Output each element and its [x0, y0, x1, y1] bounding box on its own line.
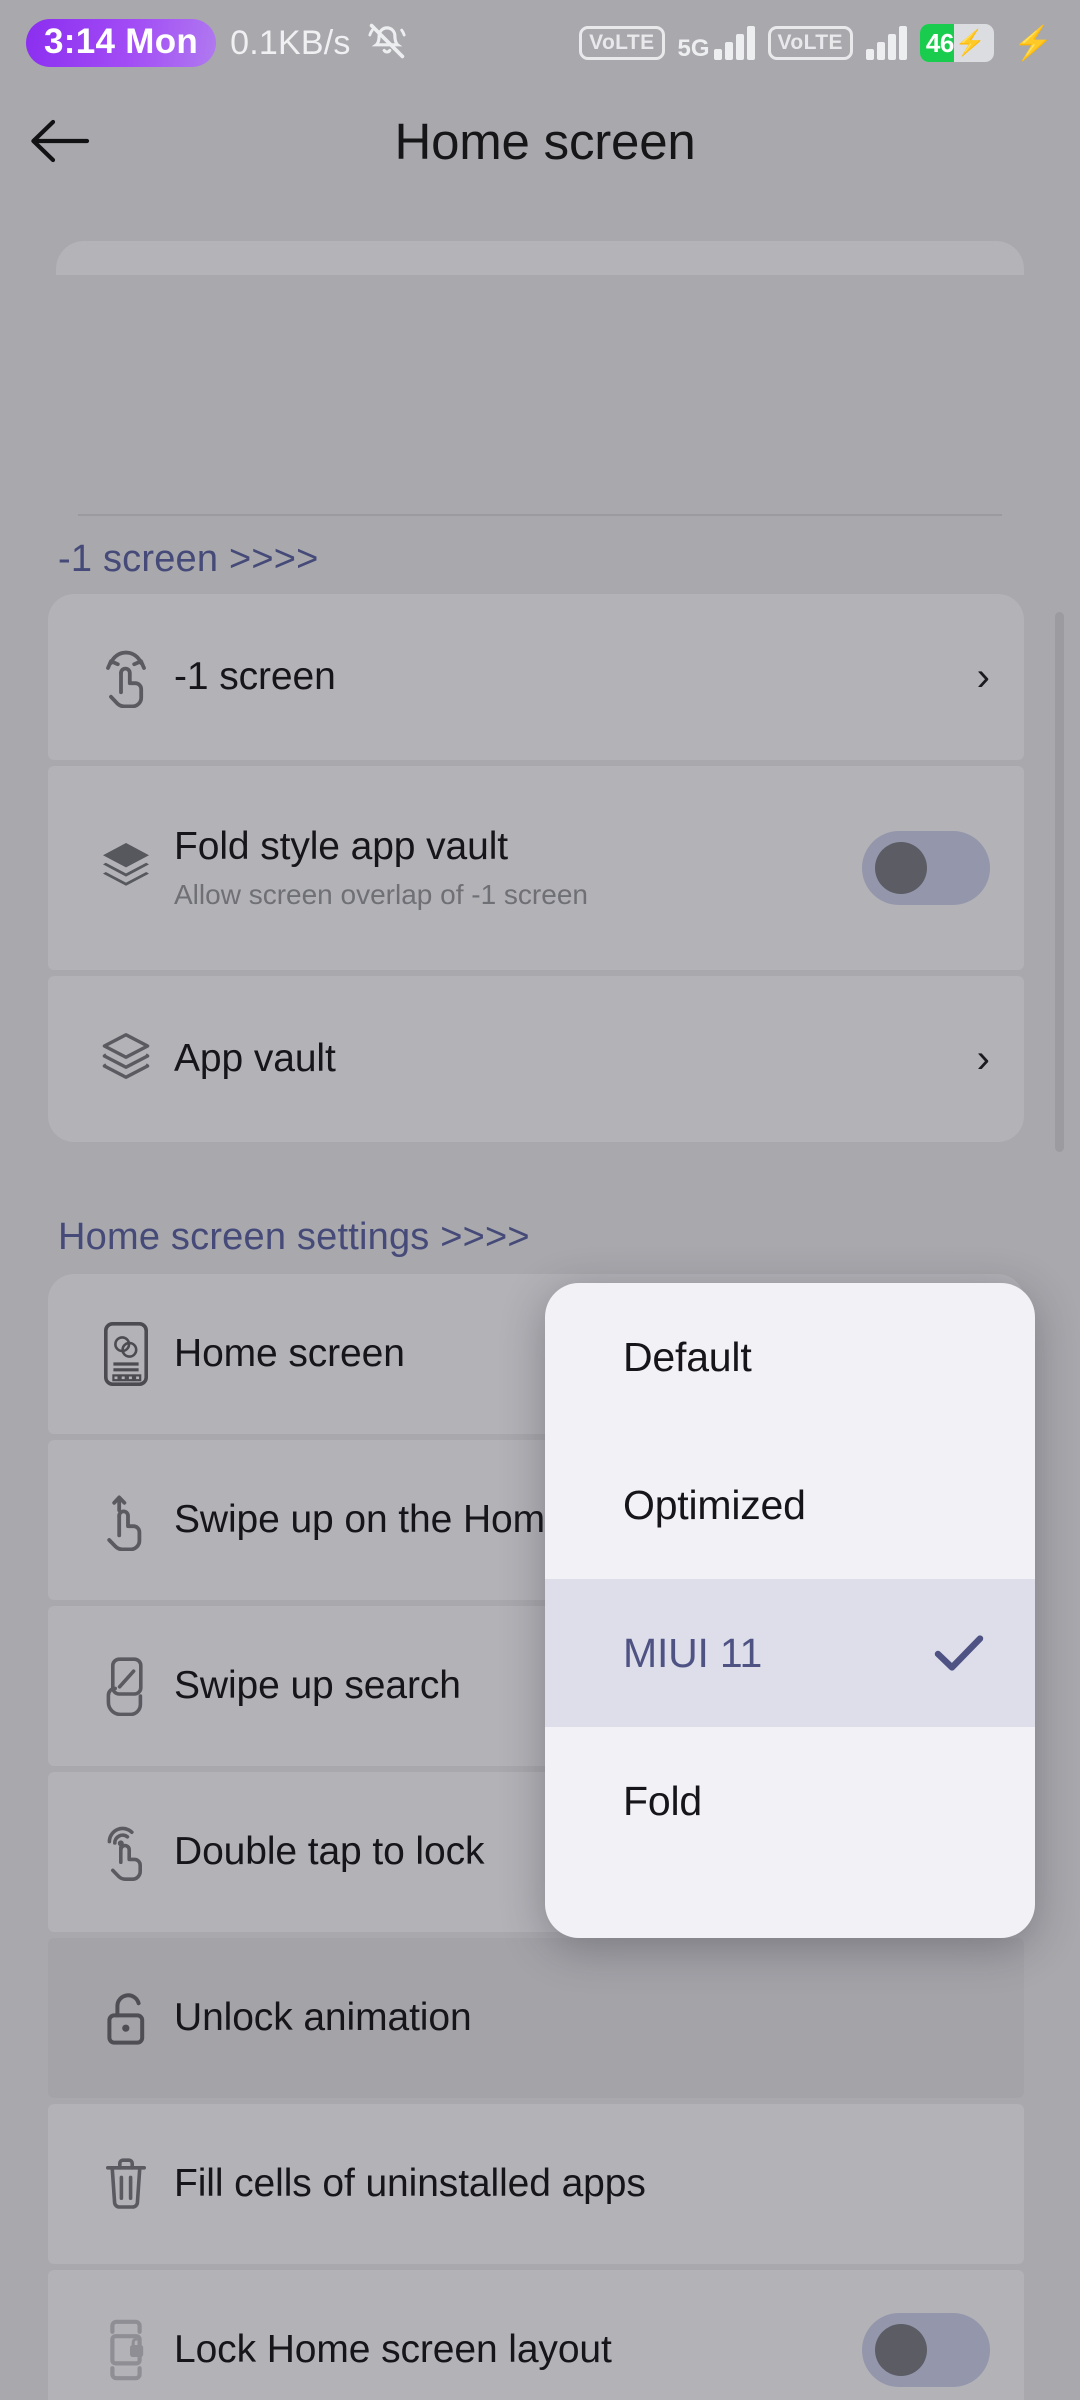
- status-bar: 3:14 Mon 0.1KB/s VoLTE 5G VoLTE 46 ⚡ ⚡: [0, 0, 1080, 86]
- section-header-minus-one-screen: -1 screen >>>>: [58, 538, 319, 580]
- chevron-right-icon: ›: [976, 1037, 990, 1081]
- row-text: Fill cells of uninstalled apps: [174, 2162, 990, 2206]
- row-title: Fill cells of uninstalled apps: [174, 2162, 646, 2205]
- dialog-option-fold[interactable]: Fold: [545, 1727, 1035, 1875]
- network-type-label: 5G: [677, 34, 710, 62]
- section-divider: [78, 514, 1002, 516]
- toggle-lock-home-screen-layout[interactable]: [862, 2313, 990, 2387]
- signal-bars-sim2: [865, 26, 907, 60]
- chevron-right-icon: ›: [976, 655, 990, 699]
- status-bar-right: VoLTE 5G VoLTE 46 ⚡ ⚡: [579, 24, 1054, 63]
- row-fill-cells-of-uninstalled-apps[interactable]: Fill cells of uninstalled apps: [48, 2104, 1024, 2264]
- row-lock-home-screen-layout[interactable]: Lock Home screen layout: [48, 2270, 1024, 2400]
- status-bar-left: 3:14 Mon 0.1KB/s: [26, 18, 409, 68]
- row--1-screen[interactable]: -1 screen ›: [48, 594, 1024, 760]
- dialog-option-label: Optimized: [623, 1481, 806, 1528]
- swipe-up-finger-icon: [78, 1489, 174, 1551]
- phone-home-icon: [78, 1321, 174, 1387]
- row-text: -1 screen: [174, 655, 963, 699]
- signal-bars-sim1: [713, 26, 755, 60]
- volte-icon-sim2: VoLTE: [767, 25, 853, 61]
- dialog-option-miui-11[interactable]: MIUI 11: [545, 1579, 1035, 1727]
- network-type-5g-icon: 5G: [678, 26, 755, 60]
- layers-filled-icon: [78, 839, 174, 897]
- phone-screen: 3:14 Mon 0.1KB/s VoLTE 5G VoLTE 46 ⚡ ⚡ H…: [0, 0, 1080, 2400]
- dialog-option-label: Default: [623, 1333, 752, 1380]
- dialog-option-label: MIUI 11: [623, 1629, 763, 1676]
- dialog-option-label: Fold: [623, 1777, 702, 1824]
- unlock-animation-options-dialog[interactable]: Default Optimized MIUI 11 Fold: [545, 1283, 1035, 1938]
- swipe-up-hand-icon: [78, 646, 174, 708]
- section-header-home-screen-settings: Home screen settings >>>>: [58, 1216, 530, 1258]
- layers-outline-icon: [78, 1030, 174, 1088]
- row-title: Lock Home screen layout: [174, 2328, 612, 2371]
- row-title: App vault: [174, 1037, 336, 1080]
- battery-icon: 46 ⚡: [919, 24, 994, 62]
- row-text: Fold style app vault Allow screen overla…: [174, 825, 862, 911]
- unlock-icon: [78, 1989, 174, 2047]
- battery-level-label: 46: [925, 27, 954, 58]
- swipe-up-search-icon: [78, 1656, 174, 1716]
- network-speed: 0.1KB/s: [230, 23, 351, 62]
- bell-mute-icon: [365, 20, 409, 67]
- row-unlock-animation[interactable]: Unlock animation: [48, 1938, 1024, 2098]
- row-title: Fold style app vault: [174, 825, 509, 868]
- toggle-fold-style-app-vault[interactable]: [862, 831, 990, 905]
- row-subtitle: Allow screen overlap of -1 screen: [174, 879, 588, 910]
- clock: 3:14 Mon: [26, 18, 217, 68]
- phone-lock-icon: [78, 2319, 174, 2381]
- row-title: Unlock animation: [174, 1996, 472, 2039]
- row-text: App vault: [174, 1037, 963, 1081]
- row-title: -1 screen: [174, 655, 336, 698]
- battery-bolt-icon: ⚡: [954, 28, 986, 57]
- row-fold-style-app-vault[interactable]: Fold style app vault Allow screen overla…: [48, 766, 1024, 970]
- checkmark-icon: [933, 1633, 985, 1673]
- scrollbar-thumb[interactable]: [1055, 612, 1064, 1152]
- dialog-option-default[interactable]: Default: [545, 1283, 1035, 1431]
- partial-card-above: [56, 241, 1024, 275]
- trash-icon: [78, 2155, 174, 2213]
- charging-bolt-icon: ⚡: [1012, 23, 1054, 61]
- dialog-option-optimized[interactable]: Optimized: [545, 1431, 1035, 1579]
- back-arrow-icon[interactable]: [0, 118, 120, 164]
- double-tap-icon: [78, 1823, 174, 1881]
- row-app-vault[interactable]: App vault ›: [48, 976, 1024, 1142]
- page-title: Home screen: [394, 112, 696, 170]
- app-header: Home screen: [0, 86, 1080, 196]
- volte-icon-sim1: VoLTE: [579, 25, 665, 61]
- row-text: Lock Home screen layout: [174, 2328, 862, 2372]
- row-text: Unlock animation: [174, 1996, 990, 2040]
